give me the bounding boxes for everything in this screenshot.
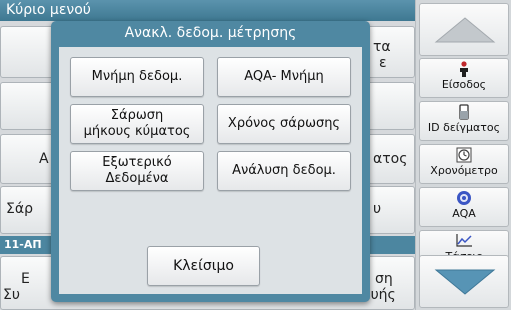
external-data-button[interactable]: Εξωτερικό Δεδομένα (70, 151, 204, 191)
login-button[interactable]: Είσοδος (419, 58, 509, 98)
data-analysis-button[interactable]: Ανάλυση δεδομ. (217, 151, 351, 191)
recall-data-dialog: Ανακλ. δεδομ. μέτρησης Μνήμη δεδομ. AQA-… (51, 21, 370, 302)
menu-tile-text: Ε (21, 271, 30, 287)
scroll-up-button[interactable] (419, 3, 509, 56)
sidebar: Είσοδος ID δείγματος Χρονόμετρο AQA (415, 0, 511, 310)
wavelength-scan-button[interactable]: Σάρωση μήκους κύματος (70, 104, 204, 144)
arrow-up-icon (434, 17, 496, 43)
timer-icon (420, 147, 508, 164)
data-memory-button[interactable]: Μνήμη δεδομ. (70, 57, 204, 97)
aqa-button[interactable]: AQA (419, 187, 509, 227)
aqa-memory-button[interactable]: AQA- Μνήμη (217, 57, 351, 97)
trend-chart-icon (420, 233, 508, 250)
aqa-icon (420, 190, 508, 207)
arrow-down-icon (434, 269, 496, 295)
scroll-down-button[interactable] (419, 255, 509, 308)
timer-button[interactable]: Χρονόμετρο (419, 144, 509, 184)
main-menu-title: Κύριο μενού (0, 0, 415, 21)
menu-tile-text: Α (39, 151, 49, 167)
menu-tile-text: Σάρ (6, 201, 33, 217)
menu-tile-text: ατος (373, 151, 408, 167)
user-icon (420, 61, 508, 78)
menu-tile-text: ση (375, 271, 393, 287)
dialog-title: Ανακλ. δεδομ. μέτρησης (124, 25, 297, 41)
sample-id-button[interactable]: ID δείγματος (419, 101, 509, 141)
menu-tile-text: υ (373, 201, 382, 217)
menu-tile-text: ε (379, 55, 387, 71)
menu-tile-text: τα (373, 39, 391, 55)
sample-vial-icon (420, 104, 508, 121)
menu-tile-text: Συ (3, 287, 20, 303)
time-scan-button[interactable]: Χρόνος σάρωσης (217, 104, 351, 144)
close-button[interactable]: Κλείσιμο (147, 246, 260, 286)
